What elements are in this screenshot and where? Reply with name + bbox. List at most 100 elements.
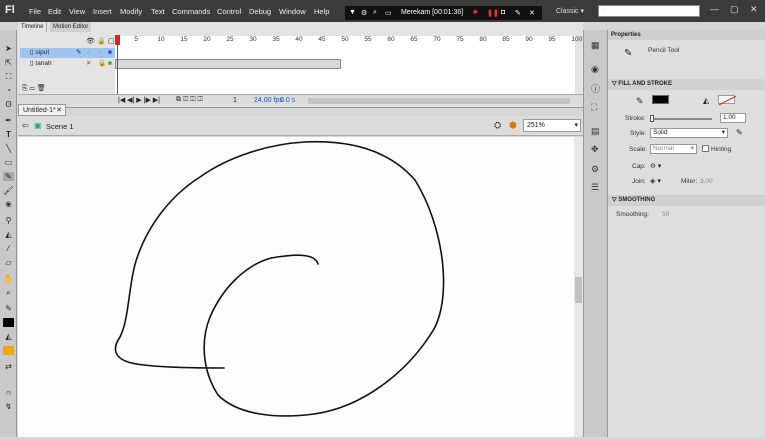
help-search-input[interactable]: ⌕ — [598, 5, 700, 17]
3d-rotation-icon[interactable]: ◔ — [3, 86, 14, 95]
pause-icon[interactable]: ❚❚ — [487, 9, 499, 17]
playback-controls-icon[interactable]: |◀ ◀| ▶ |▶ ▶| — [118, 96, 160, 104]
search-icon[interactable]: ⌕ — [373, 9, 377, 17]
stroke-input[interactable]: 1.00 — [720, 113, 746, 123]
stroke-color-icon[interactable]: ✎ — [3, 304, 14, 313]
tab-motion-editor[interactable]: Motion Editor — [50, 22, 92, 32]
close-window-icon[interactable]: ✕ — [750, 4, 758, 15]
menu-commands[interactable]: Commands — [172, 7, 210, 16]
stroke-color-swatch[interactable] — [652, 95, 669, 104]
edit-stroke-style-icon[interactable]: ✎ — [736, 128, 743, 137]
visible-dot-icon[interactable]: · — [87, 48, 89, 58]
frame-span-tanah[interactable] — [115, 59, 341, 69]
new-layer-icon[interactable]: ⎘ ▭ 🗑 — [22, 84, 46, 93]
close-icon[interactable]: ✕ — [529, 9, 535, 17]
stroke-slider-handle[interactable] — [650, 115, 654, 122]
stage-canvas[interactable] — [18, 137, 574, 437]
lock-dot-icon[interactable]: · — [98, 48, 100, 58]
library-icon[interactable]: ▤ — [591, 126, 603, 137]
zoom-tool-icon[interactable]: ⌕ — [3, 288, 14, 297]
color-icon[interactable]: ◉ — [591, 64, 603, 75]
frame-rate[interactable]: 24.00 fps — [254, 97, 283, 104]
fill-color-swatch[interactable] — [3, 346, 14, 355]
menu-window[interactable]: Window — [279, 7, 306, 16]
bone-tool-icon[interactable]: ⚲ — [3, 216, 14, 225]
lasso-icon[interactable]: ʘ — [3, 100, 14, 109]
playhead[interactable] — [115, 35, 120, 45]
menu-debug[interactable]: Debug — [249, 7, 271, 16]
stage-vscroll[interactable] — [574, 137, 583, 437]
close-tab-icon[interactable]: ✕ — [56, 105, 62, 116]
layer-siput[interactable]: ▯ siput ✎ · · ■ — [20, 48, 115, 58]
record-icon[interactable]: ■ — [473, 9, 477, 16]
text-tool-icon[interactable]: T — [3, 130, 14, 139]
fill-color-swatch[interactable] — [718, 95, 737, 106]
motion-presets-icon[interactable]: ✥ — [591, 144, 603, 155]
lock-icon[interactable]: 🔒 — [97, 37, 106, 45]
menu-edit[interactable]: Edit — [48, 7, 61, 16]
smooth-icon[interactable]: ↯ — [3, 402, 14, 411]
menu-modify[interactable]: Modify — [120, 7, 142, 16]
menu-help[interactable]: Help — [314, 7, 329, 16]
fill-color-icon[interactable]: ◭ — [3, 332, 14, 341]
eye-icon[interactable]: 👁 — [86, 37, 95, 45]
menu-control[interactable]: Control — [217, 7, 241, 16]
maximize-icon[interactable]: ▢ — [730, 4, 739, 15]
lock-icon[interactable]: 🔒 — [98, 59, 106, 69]
scale-select[interactable]: Normal ▾ — [650, 144, 697, 154]
onion-skin-icon[interactable]: ⧉ ◫ ◫ ◫ — [176, 96, 203, 104]
components-icon[interactable]: ⚙ — [591, 164, 603, 175]
document-tab[interactable]: Untitled-1* ✕ — [18, 104, 66, 116]
workspace-switcher[interactable]: Classic ▾ — [556, 7, 584, 15]
minimize-icon[interactable]: — — [710, 4, 719, 14]
eyedropper-icon[interactable]: ⁄ — [3, 244, 14, 253]
brush-tool-icon[interactable]: 🖌 — [3, 186, 14, 195]
edit-symbol-icon[interactable]: ⬢ — [509, 120, 517, 131]
outline-icon[interactable]: ▢ — [108, 37, 115, 45]
pencil-tool-icon[interactable]: ✎ — [3, 172, 14, 181]
cap-style-icon[interactable]: ⊖ ▾ — [650, 162, 661, 170]
edit-scene-icon[interactable]: ⛭ — [494, 120, 501, 131]
layer-name[interactable]: tanah — [35, 60, 51, 67]
snap-icon[interactable]: ∩ — [3, 388, 14, 397]
outline-color-icon[interactable]: ■ — [108, 48, 112, 58]
align-icon[interactable]: ☰ — [591, 182, 603, 193]
smoothing-header[interactable]: ▽ SMOOTHING — [608, 195, 765, 206]
swap-colors-icon[interactable]: ⇄ — [3, 362, 14, 371]
rectangle-tool-icon[interactable]: ▭ — [3, 158, 14, 167]
settings-icon[interactable]: ⚙ — [361, 9, 367, 17]
tab-properties[interactable]: Properties — [611, 32, 641, 38]
stroke-color-swatch[interactable] — [3, 318, 14, 327]
eraser-icon[interactable]: ▱ — [3, 258, 14, 267]
scene-name[interactable]: Scene 1 — [46, 122, 74, 131]
scroll-thumb[interactable] — [575, 277, 582, 303]
menu-file[interactable]: File — [29, 7, 41, 16]
zoom-select[interactable]: 251% ▾ — [523, 119, 581, 132]
miter-value[interactable]: 3.00 — [700, 178, 713, 185]
menu-text[interactable]: Text — [151, 7, 165, 16]
outline-color-icon[interactable]: ■ — [108, 59, 112, 69]
paint-bucket-icon[interactable]: ◭ — [3, 230, 14, 239]
layer-name[interactable]: siput — [35, 49, 49, 56]
selection-tool-icon[interactable]: ➤ — [3, 44, 14, 53]
smoothing-value[interactable]: 50 — [662, 211, 669, 218]
stroke-slider[interactable] — [650, 118, 712, 120]
camera-icon[interactable]: ◘ — [501, 9, 505, 16]
dropdown-icon[interactable]: ▼ — [349, 9, 356, 16]
menu-view[interactable]: View — [69, 7, 85, 16]
back-arrow-icon[interactable]: ⇦ — [22, 121, 29, 130]
free-transform-icon[interactable]: ⛶ — [3, 72, 14, 81]
fill-stroke-header[interactable]: ▽ FILL AND STROKE — [608, 79, 765, 90]
line-tool-icon[interactable]: ╲ — [3, 144, 14, 153]
join-style-icon[interactable]: ◈ ▾ — [650, 177, 661, 185]
style-select[interactable]: Solid ▾ — [650, 128, 728, 138]
transform-icon[interactable]: ⛶ — [591, 102, 603, 113]
info-icon[interactable]: ⓘ — [591, 82, 603, 94]
menu-insert[interactable]: Insert — [93, 7, 112, 16]
pen-icon[interactable]: ✎ — [515, 9, 521, 17]
hidden-x-icon[interactable]: ✕ — [86, 59, 91, 69]
subselection-tool-icon[interactable]: ⇱ — [3, 58, 14, 67]
swatches-icon[interactable]: ▦ — [591, 40, 603, 51]
deco-tool-icon[interactable]: ❀ — [3, 200, 14, 209]
pen-tool-icon[interactable]: ✒ — [3, 116, 14, 125]
